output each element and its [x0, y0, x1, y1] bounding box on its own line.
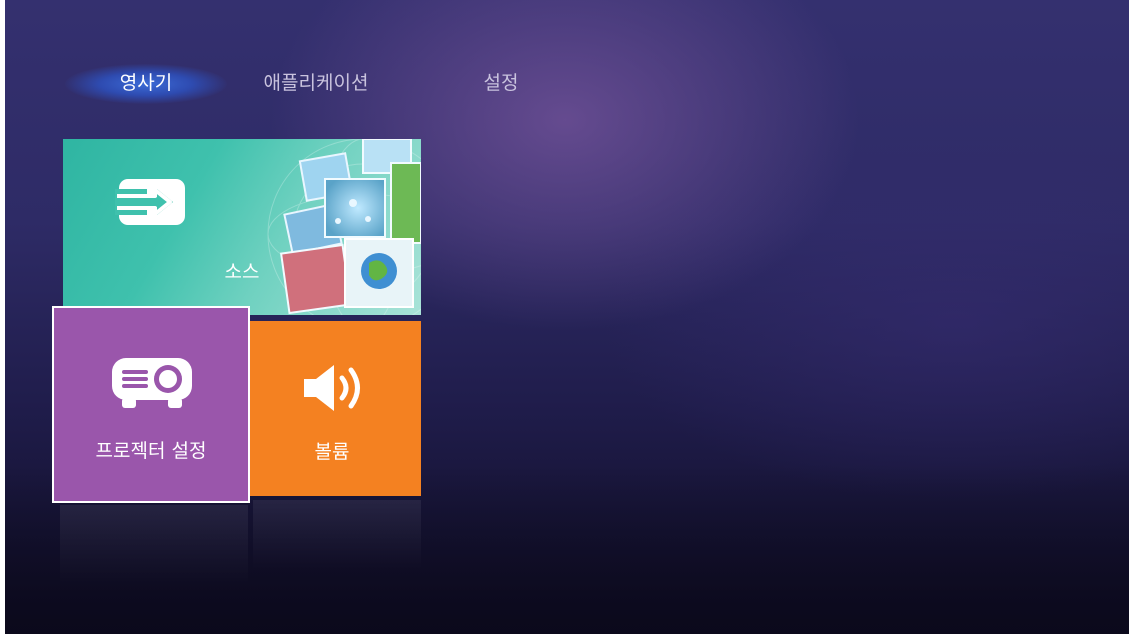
source-input-icon	[115, 177, 187, 233]
tab-applications[interactable]: 애플리케이션	[241, 60, 391, 106]
volume-tile[interactable]: 볼륨	[243, 321, 421, 496]
projector-icon	[108, 356, 196, 416]
speaker-volume-icon	[298, 363, 368, 417]
tab-projector[interactable]: 영사기	[73, 60, 219, 106]
source-tile[interactable]: 소스	[63, 139, 421, 315]
projector-settings-tile-label: 프로젝터 설정	[95, 440, 207, 462]
volume-tile-label: 볼륨	[314, 441, 350, 463]
top-tab-bar: 영사기 애플리케이션 설정	[65, 60, 585, 106]
tile-reflection	[253, 500, 421, 570]
source-tile-label: 소스	[224, 261, 260, 283]
tab-settings[interactable]: 설정	[455, 60, 547, 106]
projector-settings-tile[interactable]: 프로젝터 설정	[52, 306, 250, 503]
tile-reflection	[60, 505, 248, 585]
projector-home-screen: 영사기 애플리케이션 설정 소스 볼륨 프로젝터 설정	[5, 0, 1129, 634]
